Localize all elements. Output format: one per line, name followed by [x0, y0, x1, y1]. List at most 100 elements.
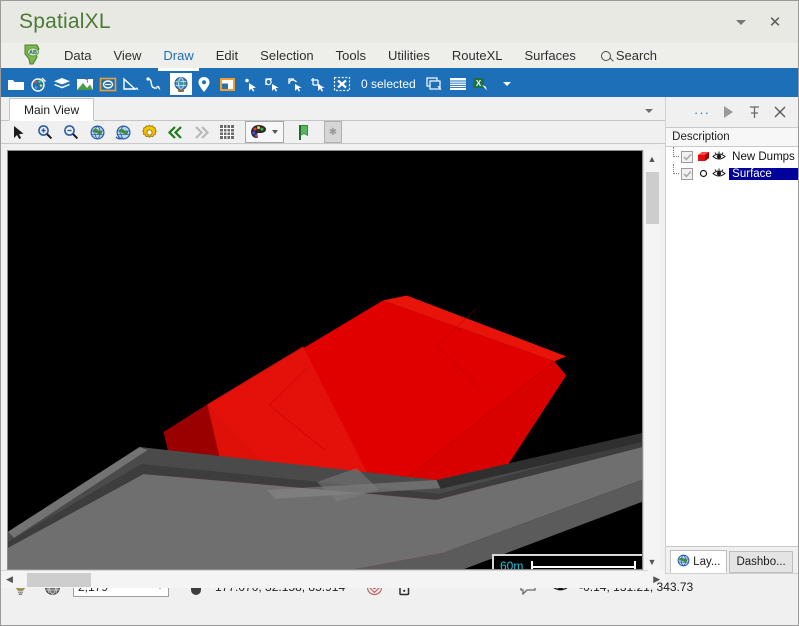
- close-icon[interactable]: [768, 101, 792, 123]
- settings-gear-icon[interactable]: [137, 121, 161, 143]
- view-toolbar: ✱: [1, 121, 666, 144]
- more-options-icon[interactable]: ···: [690, 101, 714, 123]
- copy-window-icon[interactable]: [424, 73, 446, 95]
- select-lasso-icon[interactable]: [285, 73, 307, 95]
- search-label: Search: [615, 48, 658, 63]
- horizontal-scroll-thumb[interactable]: [27, 573, 91, 587]
- viewport-horizontal-scrollbar-row: ◀ ▶: [1, 570, 666, 588]
- asterisk-icon[interactable]: ✱: [324, 121, 342, 143]
- document-tab-strip: Main View: [1, 97, 666, 121]
- menu-item-data[interactable]: Data: [53, 45, 102, 68]
- tab-main-view[interactable]: Main View: [9, 98, 95, 121]
- menu-item-edit[interactable]: Edit: [205, 45, 249, 68]
- select-point-icon[interactable]: [239, 73, 261, 95]
- tab-layers[interactable]: Lay...: [670, 550, 728, 573]
- menu-item-utilities[interactable]: Utilities: [377, 45, 441, 68]
- layer-visibility-checkbox[interactable]: [681, 167, 694, 180]
- vertical-scroll-thumb[interactable]: [646, 172, 659, 224]
- eye-icon[interactable]: [711, 167, 727, 181]
- menu-item-routexl[interactable]: RouteXL: [441, 45, 514, 68]
- palette-globe-icon[interactable]: [28, 73, 50, 95]
- menu-item-tools[interactable]: Tools: [325, 45, 377, 68]
- globe-pan-icon[interactable]: [111, 121, 135, 143]
- viewport-horizontal-scrollbar[interactable]: ◀: [1, 570, 649, 588]
- step-forward-icon[interactable]: [189, 121, 213, 143]
- menu-item-surfaces[interactable]: Surfaces: [514, 45, 587, 68]
- table-row[interactable]: Surface: [666, 164, 798, 182]
- chevron-down-icon: [736, 19, 746, 25]
- boundary-icon[interactable]: [97, 73, 119, 95]
- ribbon-toolbar: 0 selected X: [1, 71, 798, 97]
- step-back-icon[interactable]: [163, 121, 187, 143]
- select-rect-icon[interactable]: [308, 73, 330, 95]
- triangle-measure-icon[interactable]: [120, 73, 142, 95]
- main-body: Main View ✱ 60m ▲ ▼ ◀ ▶ ··· Description …: [1, 97, 798, 588]
- viewport-container: Z Y X 60m ▲ ▼: [1, 144, 666, 570]
- color-palette-icon: [246, 121, 270, 143]
- tree-connector: [670, 147, 681, 165]
- table-row[interactable]: New Dumps: [666, 147, 798, 165]
- color-palette-dropdown[interactable]: [245, 121, 284, 143]
- empty-circle-icon: [696, 167, 711, 181]
- dock-header: ···: [666, 97, 798, 127]
- layers-tree: New Dumps Surface: [666, 147, 798, 547]
- folder-open-icon[interactable]: [5, 73, 27, 95]
- layers-column-header: Description: [666, 127, 798, 147]
- clear-selection-icon[interactable]: [331, 73, 353, 95]
- menu-item-selection[interactable]: Selection: [249, 45, 324, 68]
- menu-item-draw[interactable]: Draw: [152, 45, 204, 71]
- zoom-in-icon[interactable]: [33, 121, 57, 143]
- tab-dashboard[interactable]: Dashbo...: [729, 551, 793, 573]
- excel-export-icon[interactable]: X: [470, 73, 492, 95]
- polyline-node-icon[interactable]: [143, 73, 165, 95]
- select-polygon-icon[interactable]: [262, 73, 284, 95]
- minimize-button[interactable]: [724, 8, 758, 36]
- pointer-arrow-icon[interactable]: [7, 121, 31, 143]
- red-solid-block-icon: [696, 150, 711, 164]
- column-header-description: Description: [672, 131, 730, 143]
- zoom-out-icon[interactable]: [59, 121, 83, 143]
- 3d-viewport[interactable]: Z Y X 60m: [7, 150, 643, 570]
- svg-text:X: X: [476, 79, 482, 88]
- close-icon: ✕: [768, 13, 782, 31]
- tree-connector: [670, 164, 681, 182]
- menu-bar: AB Data View Draw Edit Selection Tools U…: [1, 43, 798, 71]
- chevron-down-icon: [272, 130, 278, 134]
- ribbon-overflow-caret-icon[interactable]: [502, 82, 511, 86]
- layer-visibility-checkbox[interactable]: [681, 150, 694, 163]
- tab-dashboard-label: Dashbo...: [736, 556, 786, 568]
- title-bar: SpatialXL ✕: [1, 1, 798, 43]
- pin-icon[interactable]: [742, 101, 766, 123]
- globe-rotate-icon[interactable]: [85, 121, 109, 143]
- search-button[interactable]: Search: [587, 45, 667, 68]
- scroll-left-button[interactable]: ◀: [1, 571, 18, 588]
- dock-tab-strip: Lay... Dashbo...: [666, 547, 798, 573]
- image-window-icon[interactable]: [216, 73, 238, 95]
- globe-3d-icon[interactable]: [170, 73, 192, 95]
- layer-name-label: New Dumps: [732, 150, 795, 163]
- map-image-icon[interactable]: [74, 73, 96, 95]
- green-flag-icon[interactable]: [292, 121, 316, 143]
- layers-dock-panel: ··· Description New Dumps Surface Lay...…: [665, 97, 798, 573]
- viewport-vertical-scrollbar[interactable]: ▲ ▼: [643, 150, 660, 570]
- close-button[interactable]: ✕: [758, 8, 792, 36]
- scale-bar: 60m: [492, 554, 642, 569]
- eye-icon[interactable]: [711, 150, 727, 164]
- window-controls: ✕: [724, 8, 792, 36]
- globe-icon: [677, 554, 690, 570]
- menu-item-view[interactable]: View: [102, 45, 152, 68]
- app-title: SpatialXL: [19, 10, 111, 33]
- application-window: SpatialXL ✕ AB Data View Draw Edit Selec…: [0, 0, 799, 626]
- layer-name-label: Surface: [729, 167, 798, 180]
- location-pin-icon[interactable]: [193, 73, 215, 95]
- 3d-scene: [8, 151, 642, 569]
- scroll-down-button[interactable]: ▼: [644, 553, 661, 570]
- tab-overflow-caret-icon[interactable]: [645, 109, 654, 113]
- play-forward-icon[interactable]: [716, 101, 740, 123]
- table-report-icon[interactable]: [447, 73, 469, 95]
- layers-icon[interactable]: [51, 73, 73, 95]
- grid-icon[interactable]: [215, 121, 239, 143]
- search-icon: [600, 50, 611, 61]
- app-logo-icon[interactable]: AB: [19, 44, 45, 66]
- scroll-up-button[interactable]: ▲: [644, 150, 661, 167]
